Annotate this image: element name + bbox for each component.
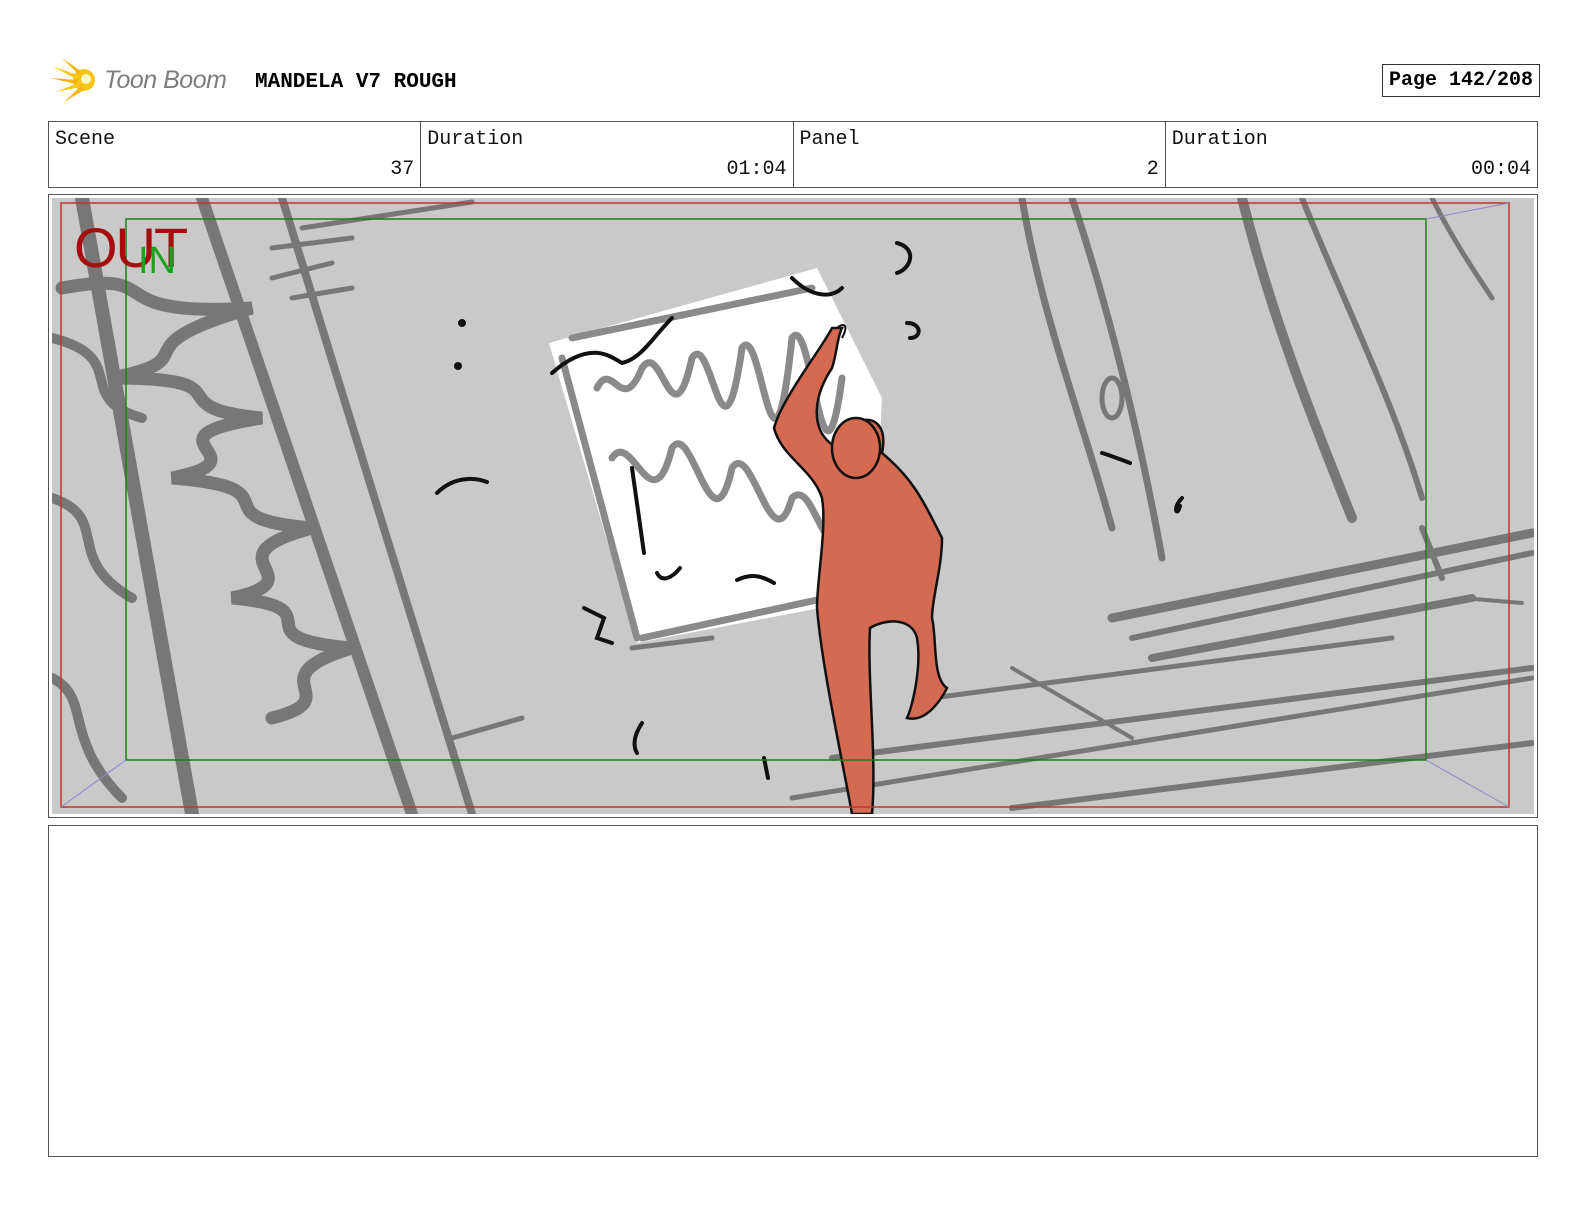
page-header: Toon Boom MANDELA V7 ROUGH Page 142/208 <box>50 56 1540 106</box>
panel-value: 2 <box>1146 158 1159 181</box>
sun-burst-icon <box>50 58 95 102</box>
scene-label: Scene <box>55 128 116 151</box>
panel-duration-label: Duration <box>1171 128 1268 151</box>
panel-duration-cell: Duration 00:04 <box>1166 122 1537 187</box>
scene-cell: Scene 37 <box>49 122 422 187</box>
panel-cell: Panel 2 <box>794 122 1166 187</box>
storyboard-panel: OUT IN <box>48 194 1538 818</box>
scene-duration-cell: Duration 01:04 <box>421 122 794 187</box>
panel-duration-value: 00:04 <box>1470 158 1531 181</box>
in-frame-label: IN <box>138 240 176 282</box>
page-counter: Page 142/208 <box>1381 64 1540 97</box>
sketch-artwork <box>52 198 1534 814</box>
logo-wordmark: Toon Boom <box>104 66 227 94</box>
scene-duration-label: Duration <box>427 128 524 151</box>
project-title: MANDELA V7 ROUGH <box>255 71 457 94</box>
scene-value: 37 <box>390 158 415 181</box>
scene-info-table: Scene 37 Duration 01:04 Panel 2 Duration… <box>48 121 1538 188</box>
panel-drawing: OUT IN <box>52 198 1534 814</box>
toon-boom-logo: Toon Boom <box>50 56 240 106</box>
panel-notes-box[interactable] <box>48 825 1538 1157</box>
scene-duration-value: 01:04 <box>726 158 787 181</box>
panel-label: Panel <box>799 128 860 151</box>
